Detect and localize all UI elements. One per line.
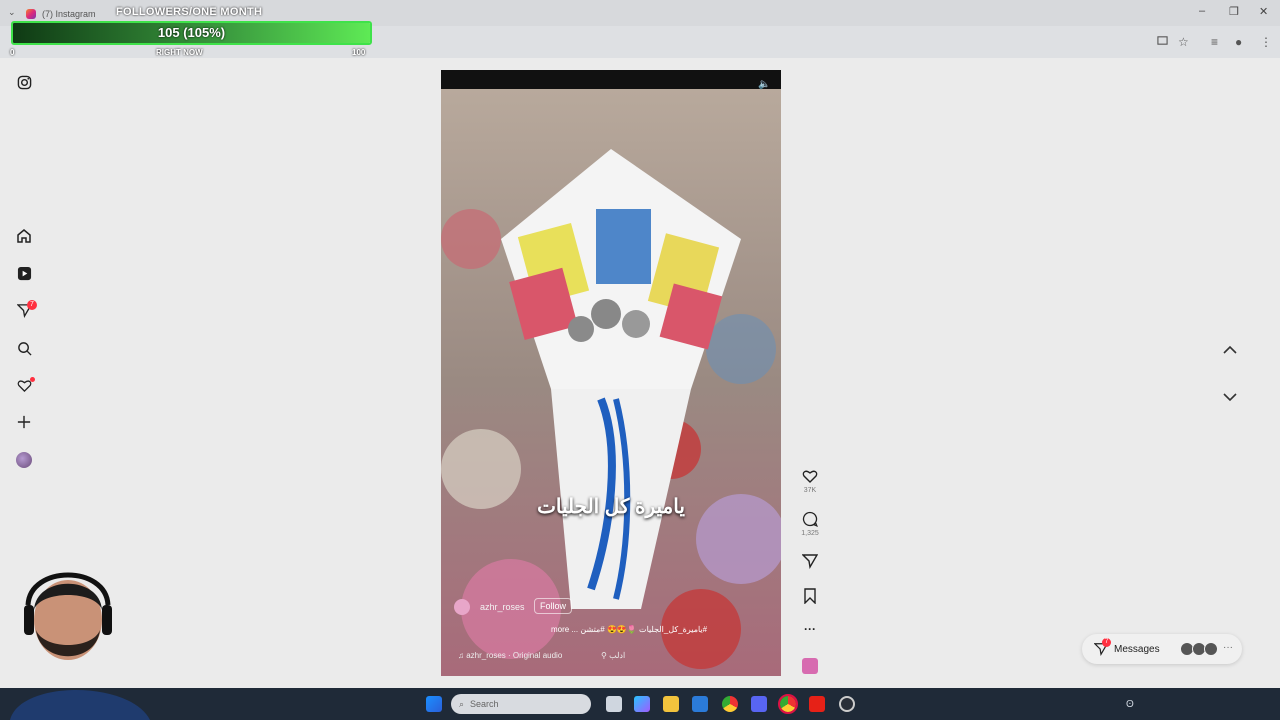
reel-video[interactable]: 🔈 ياميرة كل الجليات azhr_roses Follow #ي… [441,70,781,676]
followers-progress-value: 105 (105%) [157,25,226,40]
reel-author-username[interactable]: azhr_roses [480,602,525,612]
followers-progress-bar: 105 (105%) [11,21,372,45]
comment-action[interactable]: 1,325 [800,511,820,537]
messages-badge: 7 [1102,638,1111,647]
comments-count: 1,325 [801,530,819,537]
reel-location-label: ادلب [609,651,626,660]
message-avatar [1204,642,1218,656]
reel-description[interactable]: #ياميرة_كل_الجليات 🌷😍😍 #متشن ... more [551,625,707,634]
share-paper-plane-icon[interactable] [802,553,818,569]
restore-button[interactable]: ❐ [1229,5,1239,18]
overlay-center-label: RIGHT NOW [156,48,203,57]
save-action[interactable] [800,588,820,604]
comment-icon[interactable] [802,511,818,527]
more-avatars-icon: ··· [1223,642,1233,653]
follow-button[interactable]: Follow [534,598,573,614]
likes-count: 37K [803,487,817,494]
more-options-action[interactable]: ··· [800,622,820,636]
close-button[interactable]: ✕ [1259,5,1268,18]
reel-image-bouquet [441,89,781,676]
webcam-feed [10,572,150,720]
previous-reel-chevron-up-icon[interactable] [1220,340,1240,360]
reel-author-avatar[interactable] [454,599,470,615]
search-icon: ⌕ [459,698,465,709]
reel-audio-label: azhr_roses · Original audio [466,651,563,660]
browser-menu-icon[interactable]: ⋮ [1260,35,1272,49]
share-action[interactable] [800,553,820,569]
install-app-icon[interactable] [1157,35,1168,49]
reel-caption-overlay: ياميرة كل الجليات [537,496,685,518]
reel-location-link[interactable]: ⚲ ادلب [601,651,625,660]
discord-icon[interactable] [751,696,767,712]
more-options-icon[interactable]: ··· [804,622,816,636]
overlay-min-label: 0 [10,48,15,57]
youtube-icon[interactable] [809,696,825,712]
audio-thumbnail[interactable] [802,658,818,674]
like-action[interactable]: 37K [800,468,820,494]
file-explorer-icon[interactable] [663,696,679,712]
tab-title: (7) Instagram [42,9,96,19]
like-heart-icon[interactable] [802,468,818,484]
media-control-icon[interactable]: ≡ [1211,35,1218,49]
obs-icon[interactable] [839,696,855,712]
instagram-favicon-icon [26,9,36,19]
search-icon[interactable] [14,338,34,358]
save-bookmark-icon[interactable] [803,588,817,604]
notifications-badge: 7 [27,300,37,310]
create-plus-icon[interactable] [14,412,34,432]
next-reel-chevron-down-icon[interactable] [1220,387,1240,407]
tray-icon[interactable]: ʘ [1126,699,1134,710]
minimize-button[interactable]: – [1199,5,1205,17]
tab-list-chevron-icon[interactable]: ⌄ [8,7,16,18]
taskbar-search-box[interactable]: ⌕ Search [451,694,591,714]
copilot-icon[interactable] [634,696,650,712]
profile-icon[interactable]: ● [1235,35,1242,49]
bookmark-star-icon[interactable]: ☆ [1178,35,1189,49]
mute-toggle-icon[interactable]: 🔈 [758,79,770,90]
taskbar-search-placeholder: Search [470,699,499,709]
task-view-icon[interactable] [606,696,622,712]
chrome-active-icon[interactable] [778,694,798,714]
profile-avatar[interactable] [16,452,32,468]
instagram-logo-icon[interactable] [14,72,34,92]
music-note-icon: ♫ [458,651,467,660]
messages-label: Messages [1114,643,1160,655]
store-icon[interactable] [692,696,708,712]
reels-icon[interactable] [14,263,34,283]
location-pin-icon: ⚲ [601,651,610,660]
notification-dot [30,377,35,382]
overlay-max-label: 100 [352,48,366,57]
overlay-title: FOLLOWERS/ONE MONTH [116,6,263,18]
home-icon[interactable] [14,226,34,246]
messages-pill[interactable]: 7 Messages ··· [1082,634,1242,664]
chrome-icon[interactable] [722,696,738,712]
reel-audio-link[interactable]: ♫ azhr_roses · Original audio [458,651,562,660]
windows-start-icon[interactable] [426,696,442,712]
